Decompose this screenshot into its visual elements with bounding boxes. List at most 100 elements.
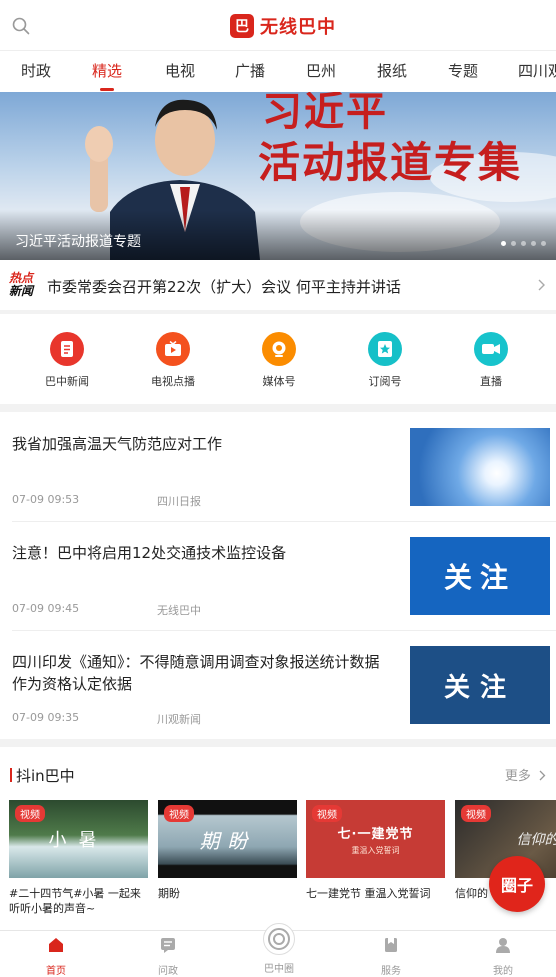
camera-icon: [262, 332, 296, 366]
tab-bazhou[interactable]: 巴州: [299, 51, 343, 92]
app-title: 无线巴中: [260, 17, 336, 38]
hot-news-badge: 热点 新闻: [9, 272, 43, 298]
quick-entry-label: 巴中新闻: [45, 375, 89, 388]
tv-icon: [156, 332, 190, 366]
news-time: 07-09 09:35: [12, 711, 80, 724]
tabbar-home[interactable]: 首页: [21, 936, 91, 977]
tab-guangbo[interactable]: 广播: [228, 51, 272, 92]
quick-entry-subscription[interactable]: 订阅号: [340, 332, 430, 389]
hero-banner[interactable]: 习近平 活动报道专集 习近平活动报道专题: [0, 92, 556, 260]
news-time: 07-09 09:53: [12, 493, 80, 506]
news-time: 07-09 09:45: [12, 602, 80, 615]
video-card[interactable]: 小暑 视频 #二十四节气#小暑 一起来听听小暑的声音~: [9, 800, 148, 916]
news-item[interactable]: 四川印发《通知》：不得随意调用调查对象报送统计数据作为资格认定依据 07-09 …: [0, 630, 556, 739]
banner-caption: 习近平活动报道专题: [15, 234, 141, 250]
news-thumbnail[interactable]: 关注: [410, 646, 550, 724]
channel-tabs: 时政 精选 电视 广播 巴州 报纸 专题 四川观: [0, 50, 556, 92]
quick-entry-bazhong-news[interactable]: 巴中新闻: [22, 332, 112, 389]
banner-title-line2: 活动报道专集: [258, 138, 523, 187]
video-tag: 视频: [461, 805, 491, 822]
carousel-dot[interactable]: [521, 241, 526, 246]
quick-entry-grid: 巴中新闻 电视点播 媒体号 订阅号 直播: [0, 314, 556, 404]
quick-entry-live[interactable]: 直播: [446, 332, 536, 389]
chevron-right-icon[interactable]: [538, 279, 546, 291]
news-title[interactable]: 四川印发《通知》：不得随意调用调查对象报送统计数据作为资格认定依据: [12, 651, 392, 695]
news-title[interactable]: 注意！巴中将启用12处交通技术监控设备: [12, 542, 392, 564]
video-art-text: 期盼: [199, 828, 256, 853]
carousel-dot[interactable]: [541, 241, 546, 246]
video-icon: [474, 332, 508, 366]
quick-entry-label: 直播: [480, 375, 502, 388]
news-source: 川观新闻: [157, 713, 201, 726]
home-icon: [49, 938, 63, 952]
service-icon: [385, 938, 397, 952]
document-icon: [50, 332, 84, 366]
tabbar-label: 首页: [46, 966, 66, 977]
carousel-dot[interactable]: [511, 241, 516, 246]
video-caption: 期盼: [158, 887, 180, 900]
carousel-dots: [496, 241, 546, 246]
tabbar-mine[interactable]: 我的: [468, 936, 538, 977]
app-logo: 巴 无线巴中: [230, 13, 336, 39]
tabbar-service[interactable]: 服务: [356, 936, 426, 977]
tabbar-label: 问政: [158, 966, 178, 977]
news-list: 我省加强高温天气防范应对工作 07-09 09:53 四川日报 注意！巴中将启用…: [0, 412, 556, 739]
tabbar-label: 服务: [381, 966, 401, 977]
video-tag: 视频: [312, 805, 342, 822]
video-thumbnail[interactable]: 小暑 视频: [9, 800, 148, 878]
more-label[interactable]: 更多: [505, 769, 531, 784]
news-item[interactable]: 我省加强高温天气防范应对工作 07-09 09:53 四川日报: [0, 412, 556, 521]
video-section: 抖in巴中 更多 小暑 视频 #二十四节气#小暑 一起来听听小暑的声音~ 期盼 …: [0, 747, 556, 930]
tab-sichuanguan[interactable]: 四川观: [518, 51, 556, 92]
carousel-dot[interactable]: [531, 241, 536, 246]
quick-entry-tv-vod[interactable]: 电视点播: [128, 332, 218, 389]
news-title[interactable]: 我省加强高温天气防范应对工作: [12, 433, 392, 455]
news-thumbnail[interactable]: [410, 428, 550, 506]
more-link[interactable]: 更多: [505, 765, 546, 784]
circle-floating-button[interactable]: 圈子: [489, 856, 545, 912]
section-title: 抖in巴中: [10, 765, 75, 786]
quick-entry-media[interactable]: 媒体号: [234, 332, 324, 389]
video-art-subtext: 重温入党誓词: [351, 845, 400, 855]
tab-shizheng[interactable]: 时政: [14, 51, 58, 92]
tabbar-bazhongquan[interactable]: [263, 923, 295, 955]
video-caption: #二十四节气#小暑 一起来听听小暑的声音~: [9, 887, 141, 915]
video-card[interactable]: 七·一建党节 重温入党誓词 视频 七一建党节 重温入党誓词: [306, 800, 445, 901]
news-source: 四川日报: [157, 495, 201, 508]
video-art-text: 七·一建党节: [337, 826, 414, 842]
news-thumbnail[interactable]: 关注: [410, 537, 550, 615]
logo-icon: 巴: [230, 14, 254, 38]
user-icon: [496, 938, 510, 953]
video-card[interactable]: 期盼 视频 期盼: [158, 800, 297, 901]
tab-dianshi[interactable]: 电视: [158, 51, 202, 92]
circle-icon: [268, 928, 290, 950]
message-icon: [161, 938, 175, 953]
news-item[interactable]: 注意！巴中将启用12处交通技术监控设备 07-09 09:45 无线巴中 关注: [0, 521, 556, 630]
video-tag: 视频: [15, 805, 45, 822]
video-thumbnail[interactable]: 期盼 视频: [158, 800, 297, 878]
quick-entry-label: 电视点播: [151, 375, 195, 388]
banner-title-line1: 习近平: [262, 92, 388, 135]
quick-entry-label: 媒体号: [262, 375, 296, 388]
bottom-tab-bar: 首页 问政 巴中圈 服务 我的: [0, 923, 556, 977]
video-thumbnail[interactable]: 七·一建党节 重温入党誓词 视频: [306, 800, 445, 878]
tab-baozhi[interactable]: 报纸: [370, 51, 414, 92]
search-icon[interactable]: [12, 17, 30, 35]
video-caption: 七一建党节 重温入党誓词: [306, 887, 431, 900]
video-art-text: 小暑: [48, 830, 109, 851]
tabbar-label[interactable]: 巴中圈: [252, 960, 306, 975]
tabbar-label: 我的: [493, 966, 513, 977]
tab-zhuanti[interactable]: 专题: [441, 51, 485, 92]
quick-entry-label: 订阅号: [368, 375, 402, 388]
video-art-text: 信仰的力: [516, 832, 556, 848]
bookmark-icon: [368, 332, 402, 366]
hot-badge-line2: 新闻: [9, 284, 34, 298]
tabbar-wenzheng[interactable]: 问政: [133, 936, 203, 977]
hot-news-bar[interactable]: 热点 新闻 市委常委会召开第22次（扩大）会议 何平主持并讲话: [0, 260, 556, 310]
video-tag: 视频: [164, 805, 194, 822]
hot-news-headline[interactable]: 市委常委会召开第22次（扩大）会议 何平主持并讲话: [47, 276, 401, 297]
carousel-dot[interactable]: [501, 241, 506, 246]
chevron-right-icon: [539, 770, 546, 781]
app-header: 巴 无线巴中: [0, 0, 556, 50]
tab-jingxuan[interactable]: 精选: [85, 51, 129, 92]
